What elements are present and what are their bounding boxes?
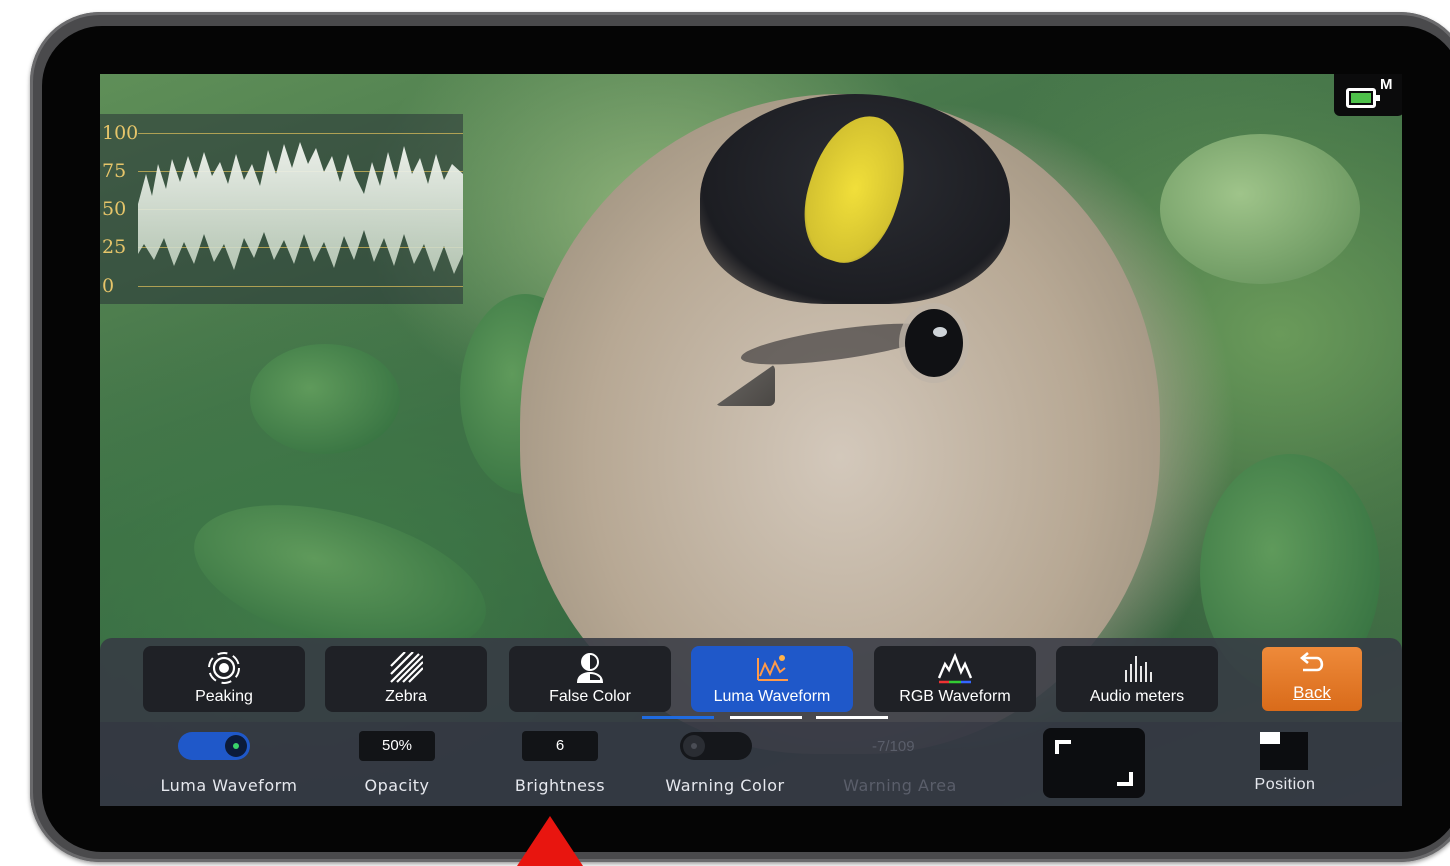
brightness-value[interactable]: 6 [522,731,598,761]
back-button[interactable]: Back [1262,647,1362,711]
luma-waveform-setting-label: Luma Waveform [160,776,298,795]
luma-waveform-settings-bar: Luma Waveform 50% Opacity 6 Brightness W… [100,722,1402,806]
pointer-arrow [517,816,583,866]
luma-waveform-icon [691,652,853,684]
position-icon[interactable] [1260,732,1308,770]
bird-eye [905,309,963,377]
tab-indicator [730,716,802,719]
leaf-shape [1160,134,1360,284]
monitor-mode-label: M [1380,76,1393,93]
rgb-waveform-button[interactable]: RGB Waveform [874,646,1036,712]
waveform-gridline [138,286,463,287]
warning-area-label: Warning Area [843,776,957,795]
back-icon [1262,651,1362,681]
tab-indicator [816,716,888,719]
battery-level-fill [1351,93,1371,103]
false-color-button[interactable]: False Color [509,646,671,712]
warning-color-toggle[interactable] [680,732,752,760]
luma-waveform-toggle[interactable] [178,732,250,760]
area-corners-icon [1055,740,1133,786]
zebra-label: Zebra [385,688,427,705]
active-tab-indicator [642,716,714,719]
peaking-label: Peaking [195,688,253,705]
brightness-label: Brightness [514,776,606,795]
monitor-mode-indicator: M [1334,74,1402,116]
warning-area-value: -7/109 [872,738,915,755]
toggle-knob [683,735,705,757]
luma-waveform-overlay: 100 75 50 25 0 [100,114,463,304]
false-color-label: False Color [549,688,631,705]
waveform-trace [138,142,463,274]
luma-waveform-label: Luma Waveform [713,688,831,705]
leaf-shape [250,344,400,454]
false-color-icon [509,652,671,684]
zebra-button[interactable]: Zebra [325,646,487,712]
toggle-knob [225,735,247,757]
back-label: Back [1293,683,1331,702]
peaking-button[interactable]: Peaking [143,646,305,712]
waveform-tick-25: 25 [102,236,127,258]
waveform-tick-0: 0 [102,275,115,297]
area-frame-button[interactable] [1043,728,1145,798]
opacity-value[interactable]: 50% [359,731,435,761]
rgb-waveform-label: RGB Waveform [899,688,1011,705]
assist-tools-toolbar: Peaking Zebra False Color Luma Waveform … [100,638,1402,722]
position-label: Position [1254,776,1316,793]
waveform-tick-50: 50 [102,198,127,220]
luma-waveform-button[interactable]: Luma Waveform [691,646,853,712]
warning-color-label: Warning Color [665,776,785,795]
waveform-tick-75: 75 [102,160,127,182]
waveform-tick-100: 100 [102,122,139,144]
rgb-waveform-icon [874,652,1036,684]
peaking-icon [143,652,305,684]
audio-meters-label: Audio meters [1089,688,1185,705]
opacity-label: Opacity [364,776,430,795]
zebra-icon [325,652,487,684]
audio-meters-icon [1056,652,1218,684]
battery-tab [1376,95,1380,101]
audio-meters-button[interactable]: Audio meters [1056,646,1218,712]
